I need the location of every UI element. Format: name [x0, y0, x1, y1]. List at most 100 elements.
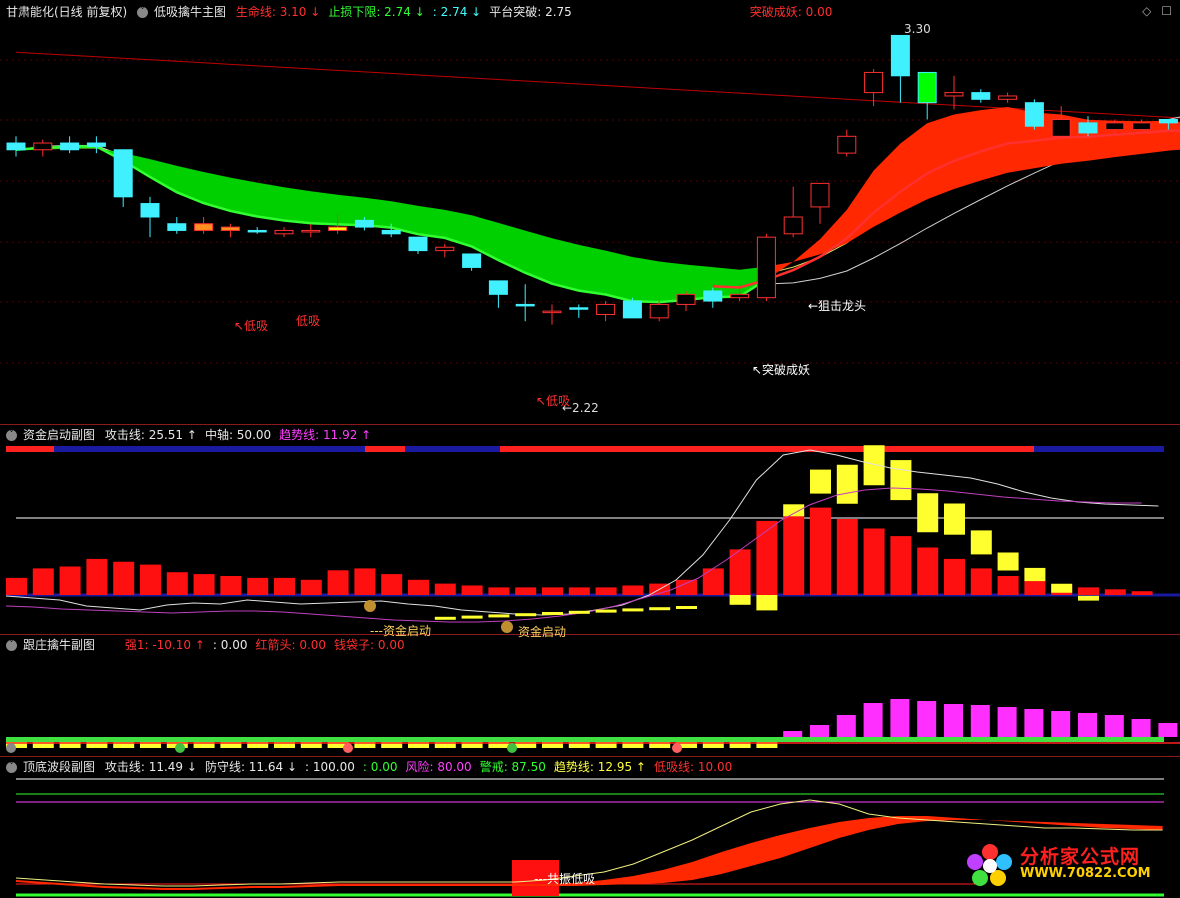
- candle-body: [730, 293, 750, 299]
- fund-dash: [568, 610, 590, 614]
- candle-body: [810, 182, 830, 208]
- fund-dash: [515, 613, 537, 617]
- fund-bar: [890, 536, 912, 595]
- annot-buy3: ↖低吸: [536, 394, 571, 408]
- fund-bar-yellow: [1078, 595, 1099, 601]
- fund-bar-yellow: [756, 595, 778, 611]
- fund-dash: [595, 609, 617, 613]
- candle-body: [649, 303, 669, 319]
- fund-dash: [488, 614, 510, 618]
- fund-bar: [702, 568, 724, 595]
- follow-bar-magenta: [1051, 711, 1071, 737]
- fund-dash: [676, 606, 697, 609]
- fund-bar: [756, 520, 778, 595]
- fund-dash: [434, 616, 456, 620]
- fund-bar: [595, 587, 617, 595]
- candle-body: [247, 229, 267, 233]
- annot-fund-start-1: ---资金启动: [370, 624, 431, 638]
- fund-bar: [836, 519, 858, 595]
- fund-bar: [917, 547, 939, 595]
- money-bag-icon: [672, 743, 682, 753]
- candle-body: [1024, 102, 1044, 127]
- fund-bar: [434, 583, 456, 595]
- fund-bar: [274, 577, 295, 595]
- fund-bar-yellow: [863, 445, 885, 486]
- fund-bar: [86, 558, 108, 595]
- fund-bar: [1078, 587, 1099, 595]
- trend-line: [5, 487, 1142, 623]
- annot-resonance: ---共振低吸: [534, 872, 595, 886]
- candle-body: [542, 310, 562, 314]
- signal-strip-red: [500, 446, 1034, 452]
- candle-body: [971, 92, 991, 100]
- annot-breakout: ↖突破成妖: [752, 363, 811, 377]
- fund-bar: [863, 528, 885, 595]
- fund-bar-yellow: [890, 460, 912, 501]
- annot-buy2: 低吸: [296, 314, 321, 328]
- candle-body: [194, 223, 214, 231]
- fund-bar: [247, 577, 269, 595]
- candle-body: [1105, 122, 1125, 131]
- follow-bar-magenta: [810, 725, 829, 737]
- candle-body: [462, 253, 482, 268]
- watermark-url: WWW.70822.COM: [1020, 866, 1151, 881]
- candle-body: [167, 223, 187, 231]
- candle-body: [113, 149, 133, 198]
- fund-bar: [220, 576, 242, 595]
- candle-body: [998, 95, 1018, 100]
- candle-body: [274, 229, 294, 235]
- candle-body: [1158, 119, 1178, 124]
- follow-bar-magenta: [1024, 709, 1044, 737]
- money-bag-icon: [507, 743, 517, 753]
- fund-bar: [408, 579, 429, 595]
- fund-bar: [140, 564, 161, 595]
- candle-body: [408, 236, 428, 252]
- fund-bar: [810, 507, 831, 595]
- fund-bar: [542, 587, 563, 595]
- candle-body: [33, 142, 53, 151]
- fund-bar: [568, 587, 590, 595]
- money-bag-icon: [175, 743, 185, 753]
- follow-bar-magenta: [863, 703, 883, 737]
- follow-bar-magenta: [890, 699, 910, 737]
- follow-bar-magenta: [1104, 715, 1124, 737]
- fund-bar: [997, 576, 1019, 595]
- candle-body: [1132, 122, 1152, 131]
- annot-fund-start-2: 资金启动: [518, 625, 567, 639]
- fund-bar: [113, 561, 135, 595]
- fund-bar-yellow: [729, 595, 751, 605]
- money-bag-icon: [343, 743, 353, 753]
- candle-body: [140, 203, 160, 218]
- fund-bar-yellow: [1024, 567, 1046, 582]
- candle-body: [864, 71, 884, 94]
- signal-strip-red: [6, 446, 54, 452]
- fund-bar: [193, 574, 215, 595]
- candle-body: [60, 142, 80, 151]
- fund-bar: [515, 587, 537, 595]
- fund-bar: [381, 574, 403, 595]
- money-bag-icon: [501, 621, 513, 633]
- candle-body: [301, 229, 321, 233]
- fund-bar-yellow: [810, 469, 831, 494]
- fund-bar: [944, 558, 965, 595]
- fund-dash: [622, 608, 644, 612]
- annot-buy1: ↖低吸: [234, 319, 269, 333]
- fund-dash: [461, 615, 483, 619]
- fund-bar-yellow: [1051, 583, 1073, 593]
- candle-body: [1078, 122, 1098, 134]
- fund-bar-yellow: [917, 493, 939, 533]
- candle-body: [328, 226, 348, 231]
- candle-body: [488, 280, 508, 295]
- fund-bar: [783, 513, 805, 595]
- candle-body: [837, 135, 857, 154]
- candle-body: [917, 71, 937, 104]
- fund-bar-yellow: [944, 503, 965, 535]
- follow-bar-magenta: [997, 707, 1017, 737]
- fund-dash: [649, 607, 671, 611]
- candle-body: [890, 34, 910, 77]
- candle-body: [220, 226, 240, 231]
- fund-bar: [622, 585, 644, 595]
- candle-body: [703, 290, 723, 302]
- fund-bar-yellow: [836, 464, 858, 504]
- candle-body: [569, 307, 589, 310]
